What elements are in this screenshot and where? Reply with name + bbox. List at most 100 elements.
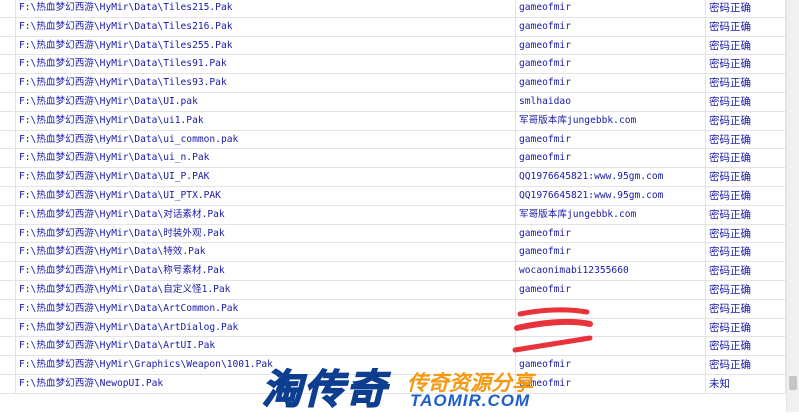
file-path-cell: F:\热血梦幻西游\HyMir\Data\称号素材.Pak xyxy=(16,262,516,281)
row-gutter xyxy=(0,55,16,75)
row-gutter xyxy=(0,130,16,150)
table-row[interactable]: F:\热血梦幻西游\HyMir\Data\ui_n.Pak gameofmir 密码… xyxy=(0,149,786,169)
table-row[interactable]: F:\热血梦幻西游\HyMir\Data\对话素材.Pak 军哥版本库jungeb… xyxy=(0,205,786,225)
table-row[interactable]: F:\热血梦幻西游\HyMir\Data\ArtDialog.Pak 密码正确 xyxy=(0,318,786,338)
file-path-cell: F:\热血梦幻西游\HyMir\Data\Tiles93.Pak xyxy=(16,74,516,93)
password-cell: 军哥版本库jungebbk.com xyxy=(516,205,706,225)
table-row[interactable]: F:\热血梦幻西游\HyMir\Data\特效.Pak gameofmir 密码正确 xyxy=(0,243,786,263)
status-cell: 密码正确 xyxy=(706,74,786,93)
file-path-cell: F:\热血梦幻西游\HyMir\Data\自定义怪1.Pak xyxy=(16,281,516,300)
password-cell: gameofmir xyxy=(516,0,706,18)
watermark-url: TAOMIR.COM xyxy=(410,391,531,410)
status-cell: 密码正确 xyxy=(706,337,786,357)
row-gutter xyxy=(0,205,16,225)
file-path-cell: F:\热血梦幻西游\HyMir\Data\ui_n.Pak xyxy=(16,149,516,169)
file-path-cell: F:\热血梦幻西游\HyMir\Data\ArtDialog.Pak xyxy=(16,318,516,338)
table-row[interactable]: F:\热血梦幻西游\HyMir\Data\ui_common.pak gameof… xyxy=(0,130,786,150)
status-cell: 密码正确 xyxy=(706,281,786,300)
status-cell: 密码正确 xyxy=(706,205,786,225)
password-cell: smlhaidao xyxy=(516,93,706,112)
row-gutter xyxy=(0,281,16,300)
status-cell: 密码正确 xyxy=(706,130,786,150)
file-path-cell: F:\热血梦幻西游\HyMir\Data\ui_common.pak xyxy=(16,130,516,150)
password-cell: gameofmir xyxy=(516,130,706,150)
file-path-cell: F:\热血梦幻西游\HyMir\Data\对话素材.Pak xyxy=(16,205,516,225)
table-row[interactable]: F:\热血梦幻西游\HyMir\Data\ArtCommon.Pak 密码正确 xyxy=(0,299,786,319)
password-cell: gameofmir xyxy=(516,224,706,244)
file-path-cell: F:\热血梦幻西游\HyMir\Data\ArtCommon.Pak xyxy=(16,299,516,319)
table-row[interactable]: F:\热血梦幻西游\HyMir\Data\自定义怪1.Pak gameofmir 密… xyxy=(0,281,786,300)
status-cell: 密码正确 xyxy=(706,262,786,281)
file-path-cell: F:\热血梦幻西游\HyMir\Data\特效.Pak xyxy=(16,243,516,263)
status-cell: 密码正确 xyxy=(706,93,786,112)
status-cell: 密码正确 xyxy=(706,17,786,37)
password-cell: QQ1976645821:www.95gm.com xyxy=(516,168,706,187)
scrollbar-thumb[interactable] xyxy=(789,376,797,390)
status-cell: 密码正确 xyxy=(706,55,786,75)
row-gutter xyxy=(0,243,16,263)
status-cell: 密码正确 xyxy=(706,187,786,206)
password-cell: gameofmir xyxy=(516,55,706,75)
password-cell: gameofmir xyxy=(516,281,706,300)
row-gutter xyxy=(0,168,16,187)
file-path-cell: F:\热血梦幻西游\HyMir\Data\Tiles255.Pak xyxy=(16,36,516,56)
table-row[interactable]: F:\热血梦幻西游\HyMir\Data\UI_P.PAK QQ197664582… xyxy=(0,168,786,187)
file-path-cell: F:\热血梦幻西游\HyMir\Data\UI_P.PAK xyxy=(16,168,516,187)
row-gutter xyxy=(0,36,16,56)
password-cell: QQ1976645821:www.95gm.com xyxy=(516,187,706,206)
table-row[interactable]: F:\热血梦幻西游\HyMir\Data\Tiles215.Pak gameofm… xyxy=(0,0,786,18)
file-path-cell: F:\热血梦幻西游\HyMir\Data\Tiles215.Pak xyxy=(16,0,516,18)
password-cell: wocaonimabi12355660 xyxy=(516,262,706,281)
table-row[interactable]: F:\热血梦幻西游\HyMir\Data\UI_PTX.PAK QQ1976645… xyxy=(0,187,786,206)
row-gutter xyxy=(0,356,16,375)
password-cell: gameofmir xyxy=(516,149,706,169)
status-cell: 密码正确 xyxy=(706,224,786,244)
redaction-stroke xyxy=(517,307,590,317)
watermark-title: 淘传奇 xyxy=(261,366,388,414)
file-path-cell: F:\热血梦幻西游\HyMir\Data\Tiles91.Pak xyxy=(16,55,516,75)
watermark-logo: 淘传奇 传奇资源分享 TAOMIR.COM xyxy=(232,353,602,414)
redaction-stroke xyxy=(514,318,593,331)
table-row[interactable]: F:\热血梦幻西游\HyMir\Data\Tiles91.Pak gameofmi… xyxy=(0,55,786,75)
file-path-cell: F:\热血梦幻西游\HyMir\Data\Tiles216.Pak xyxy=(16,17,516,37)
status-cell: 密码正确 xyxy=(706,0,786,18)
table-row[interactable]: F:\热血梦幻西游\HyMir\Data\时装外观.Pak gameofmir 密码… xyxy=(0,224,786,244)
file-path-cell: F:\热血梦幻西游\HyMir\Data\ui1.Pak xyxy=(16,111,516,131)
row-gutter xyxy=(0,318,16,338)
status-cell: 密码正确 xyxy=(706,111,786,131)
table-row[interactable]: F:\热血梦幻西游\HyMir\Data\ui1.Pak 军哥版本库jungebb… xyxy=(0,111,786,131)
row-gutter xyxy=(0,299,16,319)
status-cell: 密码正确 xyxy=(706,318,786,338)
password-cell: gameofmir xyxy=(516,36,706,56)
row-gutter xyxy=(0,17,16,37)
row-gutter xyxy=(0,187,16,206)
row-gutter xyxy=(0,111,16,131)
file-path-cell: F:\热血梦幻西游\HyMir\Data\UI.pak xyxy=(16,93,516,112)
status-cell: 密码正确 xyxy=(706,356,786,375)
row-gutter xyxy=(0,337,16,357)
file-path-cell: F:\热血梦幻西游\HyMir\Data\时装外观.Pak xyxy=(16,224,516,244)
file-path-cell: F:\热血梦幻西游\HyMir\Data\UI_PTX.PAK xyxy=(16,187,516,206)
table-row[interactable]: F:\热血梦幻西游\HyMir\Data\Tiles216.Pak gameofm… xyxy=(0,17,786,37)
table-row[interactable]: F:\热血梦幻西游\HyMir\Data\Tiles93.Pak gameofmi… xyxy=(0,74,786,93)
row-gutter xyxy=(0,93,16,112)
row-gutter xyxy=(0,262,16,281)
table-row[interactable]: F:\热血梦幻西游\HyMir\Data\Tiles255.Pak gameofm… xyxy=(0,36,786,56)
row-gutter xyxy=(0,375,16,394)
status-cell: 密码正确 xyxy=(706,168,786,187)
status-cell: 密码正确 xyxy=(706,149,786,169)
password-cell: 军哥版本库jungebbk.com xyxy=(516,111,706,131)
row-gutter xyxy=(0,74,16,93)
status-cell: 密码正确 xyxy=(706,299,786,319)
row-gutter xyxy=(0,149,16,169)
row-gutter xyxy=(0,224,16,244)
redaction-stroke xyxy=(512,335,593,353)
status-cell: 未知 xyxy=(706,375,786,394)
vertical-scrollbar[interactable] xyxy=(786,0,799,412)
password-cell: gameofmir xyxy=(516,74,706,93)
table-row[interactable]: F:\热血梦幻西游\HyMir\Data\UI.pak smlhaidao 密码正确 xyxy=(0,93,786,112)
password-cell: gameofmir xyxy=(516,243,706,263)
status-cell: 密码正确 xyxy=(706,36,786,56)
table-row[interactable]: F:\热血梦幻西游\HyMir\Data\称号素材.Pak wocaonimabi… xyxy=(0,262,786,281)
status-cell: 密码正确 xyxy=(706,243,786,263)
